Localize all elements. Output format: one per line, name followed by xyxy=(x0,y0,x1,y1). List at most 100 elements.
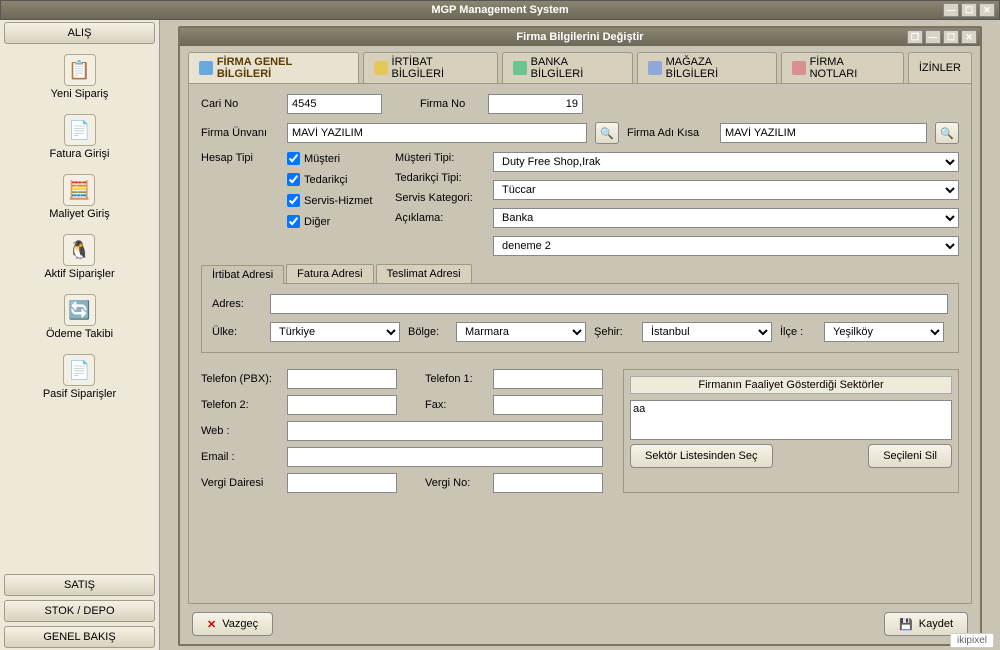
tab-izinler[interactable]: İZİNLER xyxy=(908,52,972,83)
secileni-sil-button[interactable]: Seçileni Sil xyxy=(868,444,952,468)
bolge-select[interactable]: Marmara xyxy=(456,322,586,342)
tedarikci-tipi-select[interactable]: Tüccar xyxy=(493,180,959,200)
ilce-select[interactable]: Yeşilköy xyxy=(824,322,944,342)
tel1-input[interactable] xyxy=(493,369,603,389)
ulke-label: Ülke: xyxy=(212,326,262,338)
workspace: Firma Bilgilerini Değiştir ❐ — ☐ ✕ FİRMA… xyxy=(160,20,1000,650)
sektor-sec-button[interactable]: Sektör Listesinden Seç xyxy=(630,444,773,468)
sidebar-item-fatura-girisi[interactable]: 📄 Fatura Girişi xyxy=(50,114,110,160)
subtab-teslimat[interactable]: Teslimat Adresi xyxy=(376,264,472,283)
subtab-fatura[interactable]: Fatura Adresi xyxy=(286,264,373,283)
tab-notlar[interactable]: FİRMA NOTLARI xyxy=(781,52,904,83)
tab-bar: FİRMA GENEL BİLGİLERİ İRTİBAT BİLGİLERİ … xyxy=(180,46,980,83)
chk-diger[interactable]: Diğer xyxy=(287,215,387,228)
watermark: ikipixel xyxy=(950,633,994,648)
tel-pbx-label: Telefon (PBX): xyxy=(201,373,279,385)
email-label: Email : xyxy=(201,451,279,463)
chk-musteri[interactable]: Müşteri xyxy=(287,152,387,165)
tab-irtibat[interactable]: İRTİBAT BİLGİLERİ xyxy=(363,52,498,83)
note-icon xyxy=(792,61,806,75)
vergi-no-input[interactable] xyxy=(493,473,603,493)
web-label: Web : xyxy=(201,425,279,437)
close-icon[interactable]: ✕ xyxy=(979,3,995,17)
firma-unvani-input[interactable] xyxy=(287,123,587,143)
firma-unvani-label: Firma Ünvanı xyxy=(201,127,279,139)
tel1-label: Telefon 1: xyxy=(425,373,485,385)
tel2-input[interactable] xyxy=(287,395,397,415)
sidebar-item-label: Ödeme Takibi xyxy=(46,328,113,340)
web-input[interactable] xyxy=(287,421,603,441)
musteri-tipi-label: Müşteri Tipi: xyxy=(395,152,473,164)
chk-servis[interactable]: Servis-Hizmet xyxy=(287,194,387,207)
sidebar: ALIŞ 📋 Yeni Sipariş 📄 Fatura Girişi 🧮 Ma… xyxy=(0,20,160,650)
adres-label: Adres: xyxy=(212,298,262,310)
search-button[interactable]: 🔍 xyxy=(595,122,619,144)
sidebar-item-label: Yeni Sipariş xyxy=(51,88,109,100)
address-panel: Adres: Ülke: Türkiye Bölge: Marmara Şehi… xyxy=(201,284,959,353)
list-item[interactable]: aa xyxy=(633,403,949,415)
firma-adi-kisa-label: Firma Adı Kısa xyxy=(627,127,712,139)
globe-icon xyxy=(648,61,662,75)
sidebar-item-yeni-siparis[interactable]: 📋 Yeni Sipariş xyxy=(51,54,109,100)
sidebar-item-maliyet-giris[interactable]: 🧮 Maliyet Giriş xyxy=(49,174,110,220)
fax-input[interactable] xyxy=(493,395,603,415)
app-title: MGP Management System xyxy=(431,4,568,16)
minimize-icon[interactable]: — xyxy=(943,3,959,17)
adres-input[interactable] xyxy=(270,294,948,314)
aciklama-label: Açıklama: xyxy=(395,212,473,224)
tab-banka[interactable]: BANKA BİLGİLERİ xyxy=(502,52,633,83)
clipboard-icon: 📋 xyxy=(64,54,96,86)
vergi-dairesi-input[interactable] xyxy=(287,473,397,493)
aciklama-select[interactable]: deneme 2 xyxy=(493,236,959,256)
form-panel: Cari No Firma No Firma Ünvanı 🔍 Firma Ad… xyxy=(188,83,972,604)
vazgec-button[interactable]: ✕Vazgeç xyxy=(192,612,273,636)
cari-no-label: Cari No xyxy=(201,98,279,110)
musteri-tipi-select[interactable]: Duty Free Shop,Irak xyxy=(493,152,959,172)
sidebar-item-label: Aktif Siparişler xyxy=(44,268,114,280)
minimize-icon[interactable]: — xyxy=(925,30,941,44)
sidebar-item-aktif-siparisler[interactable]: 🐧 Aktif Siparişler xyxy=(44,234,114,280)
sidebar-item-label: Pasif Siparişler xyxy=(43,388,116,400)
sidebar-item-pasif-siparisler[interactable]: 📄 Pasif Siparişler xyxy=(43,354,116,400)
restore-icon[interactable]: ❐ xyxy=(907,30,923,44)
tel2-label: Telefon 2: xyxy=(201,399,279,411)
magnifier-icon: 🔍 xyxy=(600,127,614,140)
firma-adi-kisa-input[interactable] xyxy=(720,123,927,143)
sidebar-item-odeme-takibi[interactable]: 🔄 Ödeme Takibi xyxy=(46,294,113,340)
sidebar-item-label: Fatura Girişi xyxy=(50,148,110,160)
ulke-select[interactable]: Türkiye xyxy=(270,322,400,342)
sector-list[interactable]: aa xyxy=(630,400,952,440)
sidebar-section-genel[interactable]: GENEL BAKIŞ xyxy=(4,626,155,648)
sidebar-section-alis[interactable]: ALIŞ xyxy=(4,22,155,44)
info-icon xyxy=(199,61,213,75)
main-titlebar: MGP Management System — ☐ ✕ xyxy=(0,0,1000,20)
maximize-icon[interactable]: ☐ xyxy=(943,30,959,44)
document-icon: 📄 xyxy=(63,354,95,386)
cari-no-input[interactable] xyxy=(287,94,382,114)
tab-magaza[interactable]: MAĞAZA BİLGİLERİ xyxy=(637,52,777,83)
close-icon[interactable]: ✕ xyxy=(961,30,977,44)
dialog-title: Firma Bilgilerini Değiştir xyxy=(516,31,643,43)
chk-tedarikci[interactable]: Tedarikçi xyxy=(287,173,387,186)
subtab-irtibat[interactable]: İrtibat Adresi xyxy=(201,265,284,284)
sehir-select[interactable]: İstanbul xyxy=(642,322,772,342)
ilce-label: İlçe : xyxy=(780,326,816,338)
mail-icon xyxy=(374,61,388,75)
firma-no-label: Firma No xyxy=(420,98,480,110)
email-input[interactable] xyxy=(287,447,603,467)
firma-no-input[interactable] xyxy=(488,94,583,114)
sector-box: Firmanın Faaliyet Gösterdiği Sektörler a… xyxy=(623,369,959,493)
fax-label: Fax: xyxy=(425,399,485,411)
search-button[interactable]: 🔍 xyxy=(935,122,959,144)
vergi-no-label: Vergi No: xyxy=(425,477,485,489)
sidebar-section-satis[interactable]: SATIŞ xyxy=(4,574,155,596)
bolge-label: Bölge: xyxy=(408,326,448,338)
servis-kategori-select[interactable]: Banka xyxy=(493,208,959,228)
maximize-icon[interactable]: ☐ xyxy=(961,3,977,17)
sidebar-section-stok[interactable]: STOK / DEPO xyxy=(4,600,155,622)
tab-firma-genel[interactable]: FİRMA GENEL BİLGİLERİ xyxy=(188,52,359,83)
servis-kategori-label: Servis Kategori: xyxy=(395,192,473,204)
tedarikci-tipi-label: Tedarikçi Tipi: xyxy=(395,172,473,184)
sector-header: Firmanın Faaliyet Gösterdiği Sektörler xyxy=(630,376,952,394)
tel-pbx-input[interactable] xyxy=(287,369,397,389)
